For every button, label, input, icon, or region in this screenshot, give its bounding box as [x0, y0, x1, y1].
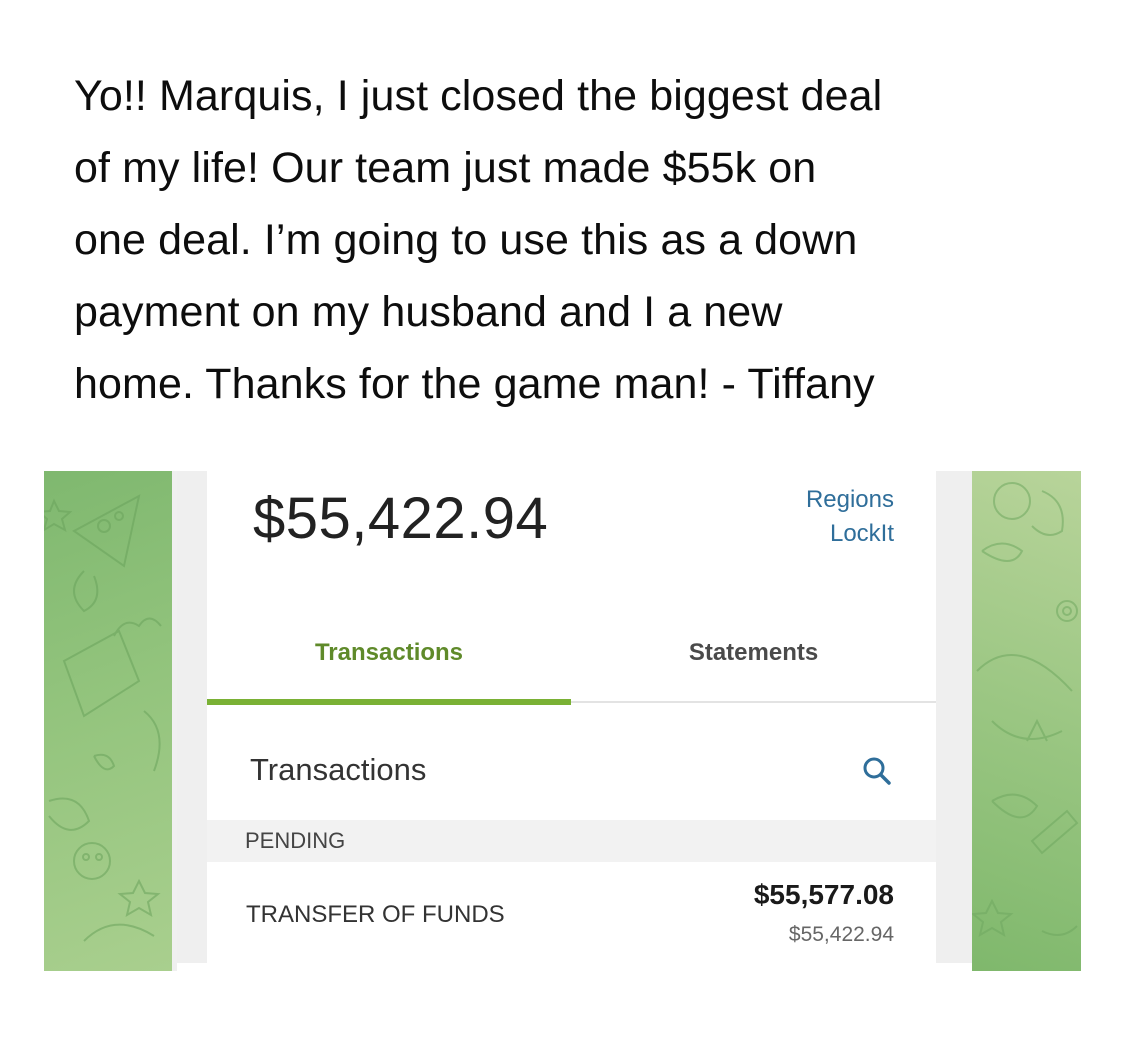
tab-transactions[interactable]: Transactions: [207, 639, 571, 695]
lockit-label-line1: Regions: [805, 486, 894, 513]
wallpaper-right: [972, 471, 1081, 971]
post-caption-line: of my life! Our team just made $55k on: [74, 144, 817, 192]
account-view: $55,422.94 Regions LockIt Transactions S…: [207, 471, 936, 963]
post-caption-line: home. Thanks for the game man! - Tiffany: [74, 360, 875, 408]
regions-lockit-link[interactable]: Regions LockIt: [806, 483, 894, 551]
wallpaper-left: [44, 471, 172, 971]
post-caption-line: payment on my husband and I a new: [74, 288, 783, 336]
transactions-heading: Transactions: [250, 752, 427, 787]
pending-label: PENDING: [245, 828, 346, 853]
screen-margin-right: [936, 471, 972, 963]
transaction-description: TRANSFER OF FUNDS: [246, 901, 505, 928]
doodle-pattern-right: [972, 482, 1079, 938]
transaction-amount: $55,577.08: [753, 879, 894, 910]
active-tab-indicator: [207, 699, 571, 705]
post-caption-line: Yo!! Marquis, I just closed the biggest …: [74, 72, 883, 120]
tab-divider: [571, 701, 936, 703]
post-caption: Yo!! Marquis, I just closed the biggest …: [74, 60, 1074, 420]
screen-margin-left: [177, 471, 207, 963]
search-icon[interactable]: [860, 754, 894, 788]
banking-app-screenshot: $55,422.94 Regions LockIt Transactions S…: [44, 471, 1081, 971]
pending-section-header: PENDING: [207, 820, 936, 862]
transaction-row[interactable]: TRANSFER OF FUNDS $55,577.08 $55,422.94: [207, 863, 936, 963]
transaction-running-balance: $55,422.94: [788, 923, 894, 946]
lockit-label-line2: LockIt: [829, 520, 894, 547]
doodle-pattern-left: [44, 494, 162, 942]
account-balance: $55,422.94: [253, 486, 549, 551]
account-tabs: Transactions Statements: [207, 639, 936, 711]
tab-statements[interactable]: Statements: [571, 639, 936, 695]
post-caption-line: one deal. I’m going to use this as a dow…: [74, 216, 858, 264]
